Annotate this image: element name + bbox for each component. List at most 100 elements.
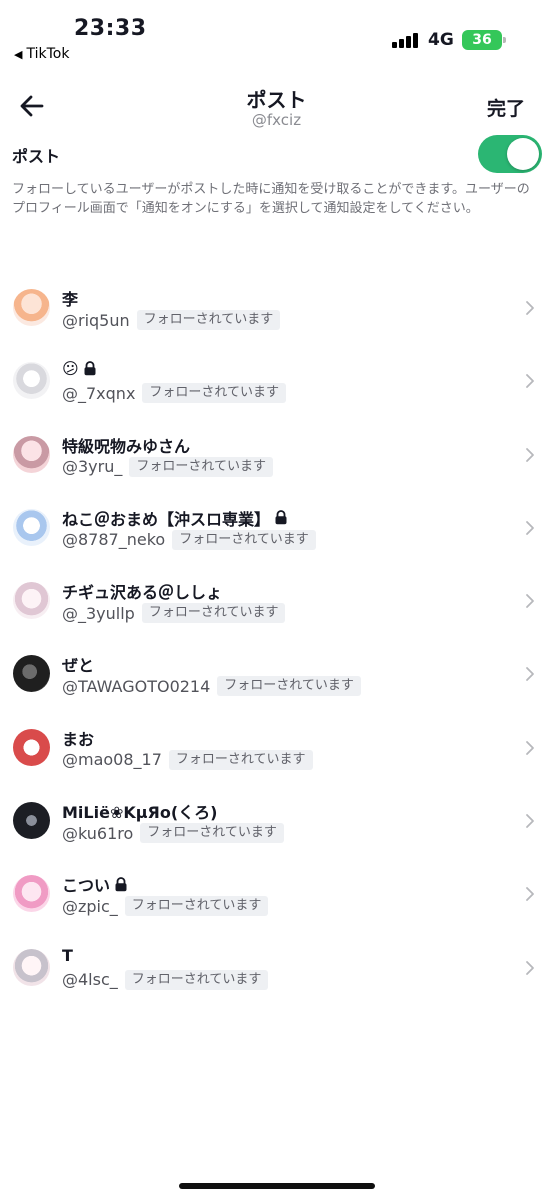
avatar[interactable] (13, 802, 50, 840)
user-row[interactable]: ぜと @TAWAGOTO0214 フォローされています (0, 638, 553, 711)
follows-you-badge: フォローされています (124, 896, 269, 917)
follows-you-badge: フォローされています (136, 310, 281, 330)
follows-you-badge: フォローされています (140, 823, 284, 844)
user-row[interactable]: T @4lsc_ フォローされています (0, 932, 553, 1005)
user-handle-line: @zpic_ フォローされています (62, 896, 269, 917)
user-display-name: チギュ沢ある＠ししょ (62, 583, 223, 603)
user-handle-line: @3yru_ フォローされています (62, 456, 273, 477)
user-name-line: ねこ＠おまめ【沖スロ専業】 (62, 506, 288, 530)
avatar[interactable] (13, 655, 50, 693)
avatar[interactable] (13, 582, 50, 620)
user-display-name: こつい (62, 876, 111, 896)
nav-header: ポスト @fxciz 完了 (0, 80, 553, 140)
lock-icon (84, 361, 96, 376)
follows-you-badge: フォローされています (141, 603, 286, 624)
cellular-signal-icon (392, 32, 422, 48)
back-app-label: TikTok (26, 46, 70, 62)
avatar[interactable] (13, 875, 50, 913)
user-handle-line: @mao08_17 フォローされています (62, 749, 313, 770)
user-row[interactable]: 李 @riq5un フォローされています (0, 272, 553, 345)
user-name-line: 特級呪物みゆさん (62, 433, 190, 457)
lock-icon (115, 876, 127, 892)
user-handle-line: @TAWAGOTO0214 フォローされています (62, 676, 361, 697)
back-to-app-link[interactable]: ◀ TikTok (14, 46, 69, 62)
lock-icon (275, 510, 287, 525)
user-row[interactable]: 😕 @_7xqnx フォローされています (0, 345, 553, 418)
user-name-line: 😕 (62, 359, 97, 378)
status-bar: 23:33 ◀ TikTok 4G 36 (0, 0, 553, 70)
chevron-right-icon (526, 814, 534, 828)
user-display-name: まお (62, 729, 95, 749)
chevron-right-icon (526, 301, 534, 315)
user-handle-line: @riq5un フォローされています (62, 310, 281, 330)
home-indicator[interactable] (179, 1183, 375, 1189)
network-type: 4G (428, 30, 454, 50)
user-display-name: T (62, 945, 73, 965)
user-handle-line: @4lsc_ フォローされています (62, 969, 269, 990)
avatar[interactable] (13, 508, 50, 546)
avatar[interactable] (13, 289, 50, 326)
user-display-name: 😕 (62, 359, 79, 379)
user-handle-line: @_7xqnx フォローされています (62, 383, 287, 404)
follows-you-badge: フォローされています (217, 676, 361, 697)
user-display-name: 特級呪物みゆさん (62, 436, 191, 456)
user-display-name: ぜと (62, 656, 95, 676)
post-notification-toggle[interactable] (478, 135, 542, 173)
page-title: ポスト (246, 88, 307, 112)
user-name-line: まお (62, 726, 94, 750)
user-display-name: ねこ＠おまめ【沖スロ専業】 (62, 509, 271, 529)
user-handle: @_3yullp (62, 603, 135, 623)
user-row[interactable]: 特級呪物みゆさん @3yru_ フォローされています (0, 419, 553, 492)
user-display-name: 李 (62, 290, 79, 309)
user-handle: @zpic_ (62, 896, 118, 916)
post-notification-setting: ポスト (0, 135, 553, 175)
battery-level: 36 (472, 32, 492, 48)
chevron-right-icon (526, 960, 534, 975)
chevron-right-icon (526, 594, 534, 609)
user-handle: @8787_neko (62, 530, 166, 550)
chevron-right-icon (526, 520, 534, 535)
user-name-line: 李 (62, 286, 78, 310)
back-triangle-icon: ◀ (14, 48, 23, 61)
chevron-right-icon (526, 887, 534, 902)
toggle-knob (507, 138, 539, 170)
user-handle: @ku61ro (62, 823, 134, 843)
user-row[interactable]: まお @mao08_17 フォローされています (0, 712, 553, 785)
user-row[interactable]: MiLië❀KμЯo(くろ) @ku61ro フォローされています (0, 785, 553, 858)
user-display-name: MiLië❀KμЯo(くろ) (62, 803, 218, 823)
battery-icon: 36 (462, 30, 506, 50)
follows-you-badge: フォローされています (168, 749, 313, 770)
user-handle-line: @ku61ro フォローされています (62, 823, 284, 844)
user-name-line: こつい (62, 872, 128, 896)
follows-you-badge: フォローされています (129, 456, 273, 477)
user-handle: @_7xqnx (62, 383, 136, 403)
page-subtitle: @fxciz (251, 111, 302, 129)
description-text: フォローしているユーザーがポストした時に通知を受け取ることができます。ユーザーの… (12, 182, 530, 216)
user-handle: @3yru_ (62, 457, 123, 477)
avatar[interactable] (13, 728, 50, 766)
user-row[interactable]: チギュ沢ある＠ししょ @_3yullp フォローされています (0, 565, 553, 638)
user-row[interactable]: こつい @zpic_ フォローされています (0, 858, 553, 931)
user-handle: @TAWAGOTO0214 (62, 676, 211, 696)
follows-you-badge: フォローされています (172, 529, 316, 550)
chevron-right-icon (526, 740, 534, 755)
avatar[interactable] (13, 362, 50, 400)
user-handle: @riq5un (62, 310, 130, 330)
follows-you-badge: フォローされています (142, 383, 287, 404)
avatar[interactable] (13, 435, 50, 473)
chevron-right-icon (526, 447, 534, 462)
user-handle: @mao08_17 (62, 750, 162, 770)
user-name-line: チギュ沢ある＠ししょ (62, 579, 222, 603)
done-button[interactable]: 完了 (487, 94, 525, 121)
user-row[interactable]: ねこ＠おまめ【沖スロ専業】 @8787_neko フォローされています (0, 492, 553, 565)
chevron-right-icon (526, 667, 534, 682)
follows-you-badge: フォローされています (124, 969, 269, 990)
toggle-label: ポスト (12, 147, 61, 166)
user-handle-line: @_3yullp フォローされています (62, 603, 286, 624)
clock: 23:33 (74, 16, 147, 41)
user-handle-line: @8787_neko フォローされています (62, 529, 316, 550)
user-handle: @4lsc_ (62, 970, 118, 990)
user-list: 李 @riq5un フォローされています 😕 @_7xqnx フォローされています 特級呪物… (0, 272, 553, 1005)
avatar[interactable] (13, 948, 50, 986)
user-name-line: ぜと (62, 652, 94, 676)
